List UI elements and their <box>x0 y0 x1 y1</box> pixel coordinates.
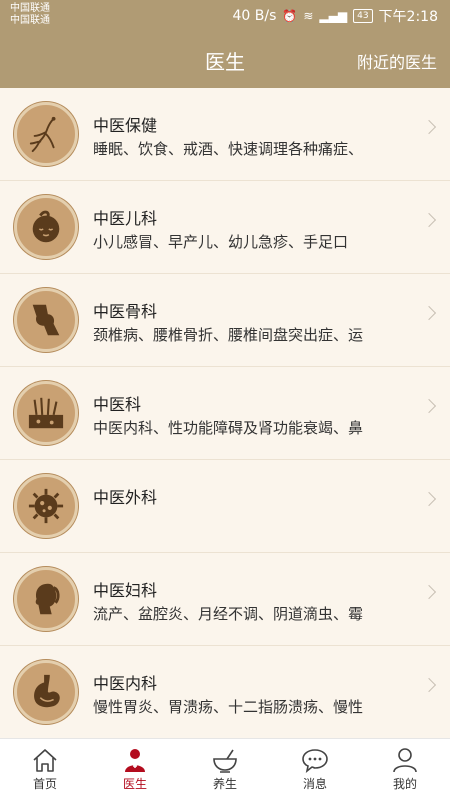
wifi-icon: ≋ <box>303 9 314 23</box>
tab-label: 医生 <box>122 777 147 791</box>
clock: 下午2:18 <box>378 9 438 25</box>
tab-messages[interactable]: 消息 <box>270 739 360 800</box>
tab-label: 首页 <box>32 777 57 791</box>
department-desc: 颈椎病、腰椎骨折、腰椎间盘突出症、运 <box>93 326 364 344</box>
ginseng-icon <box>14 102 78 166</box>
home-icon <box>33 749 57 772</box>
department-name: 中医妇科 <box>93 581 158 600</box>
bone-joint-icon <box>14 288 78 352</box>
stomach-icon <box>14 660 78 724</box>
cell-virus-icon <box>14 474 78 538</box>
woman-head-icon <box>14 567 78 631</box>
department-item[interactable]: 中医儿科 小儿感冒、早产儿、幼儿急疹、手足口 <box>0 181 450 274</box>
department-name: 中医骨科 <box>93 302 158 321</box>
department-desc: 小儿感冒、早产儿、幼儿急疹、手足口 <box>93 233 349 251</box>
chevron-right-icon <box>421 584 437 600</box>
chevron-right-icon <box>421 119 437 135</box>
department-desc: 睡眠、饮食、戒酒、快速调理各种痛症、 <box>93 140 364 158</box>
department-item[interactable]: 中医骨科 颈椎病、腰椎骨折、腰椎间盘突出症、运 <box>0 274 450 367</box>
chevron-right-icon <box>421 398 437 414</box>
alarm-icon: ⏰ <box>282 9 298 23</box>
message-icon <box>302 749 328 773</box>
department-name: 中医外科 <box>93 488 158 507</box>
status-bar: 中国联通 中国联通 40 B/s ⏰ ≋ ▂▄▆ 43 下午2:18 <box>0 0 450 30</box>
chevron-right-icon <box>421 677 437 693</box>
department-desc: 流产、盆腔炎、月经不调、阴道滴虫、霉 <box>93 605 364 623</box>
chevron-right-icon <box>421 491 437 507</box>
battery-icon: 43 <box>353 9 373 23</box>
department-item[interactable]: 中医妇科 流产、盆腔炎、月经不调、阴道滴虫、霉 <box>0 553 450 646</box>
network-speed: 40 B/s <box>232 8 277 24</box>
tab-label: 养生 <box>212 777 237 791</box>
tab-profile[interactable]: 我的 <box>360 739 450 800</box>
carrier-name-1: 中国联通 <box>10 3 50 14</box>
doctor-icon <box>125 749 145 772</box>
department-name: 中医保健 <box>93 116 158 135</box>
status-indicators: 40 B/s ⏰ ≋ ▂▄▆ 43 下午2:18 <box>233 6 439 26</box>
bottom-tab-bar: 首页 医生 养生 消息 我的 <box>0 738 450 800</box>
department-item[interactable]: 中医外科 <box>0 460 450 553</box>
chevron-right-icon <box>421 212 437 228</box>
department-item[interactable]: 中医保健 睡眠、饮食、戒酒、快速调理各种痛症、 <box>0 88 450 181</box>
nav-bar: 医生 附近的医生 <box>0 30 450 88</box>
chevron-right-icon <box>421 305 437 321</box>
tab-label: 消息 <box>302 777 327 791</box>
department-list: 中医保健 睡眠、饮食、戒酒、快速调理各种痛症、 中医儿科 小儿感冒、早产儿、幼儿… <box>0 88 450 739</box>
tab-doctor[interactable]: 医生 <box>90 739 180 800</box>
nearby-doctors-button[interactable]: 附近的医生 <box>357 49 437 73</box>
department-item[interactable]: 中医科 中医内科、性功能障碍及肾功能衰竭、鼻 <box>0 367 450 460</box>
department-desc: 慢性胃炎、胃溃疡、十二指肠溃疡、慢性 <box>93 698 364 716</box>
herbal-bowl-icon <box>213 749 237 773</box>
tab-home[interactable]: 首页 <box>0 739 90 800</box>
carrier-name-2: 中国联通 <box>10 15 50 26</box>
tab-label: 我的 <box>392 777 417 791</box>
profile-icon <box>393 748 417 773</box>
carrier-info: 中国联通 中国联通 <box>10 3 50 27</box>
department-item[interactable]: 中医内科 慢性胃炎、胃溃疡、十二指肠溃疡、慢性 <box>0 646 450 739</box>
department-name: 中医内科 <box>93 674 158 693</box>
department-desc: 中医内科、性功能障碍及肾功能衰竭、鼻 <box>93 419 364 437</box>
department-name: 中医儿科 <box>93 209 158 228</box>
department-name: 中医科 <box>93 395 142 414</box>
baby-face-icon <box>14 195 78 259</box>
tab-health[interactable]: 养生 <box>180 739 270 800</box>
skin-hair-icon <box>14 381 78 445</box>
signal-icon: ▂▄▆ <box>319 9 348 23</box>
